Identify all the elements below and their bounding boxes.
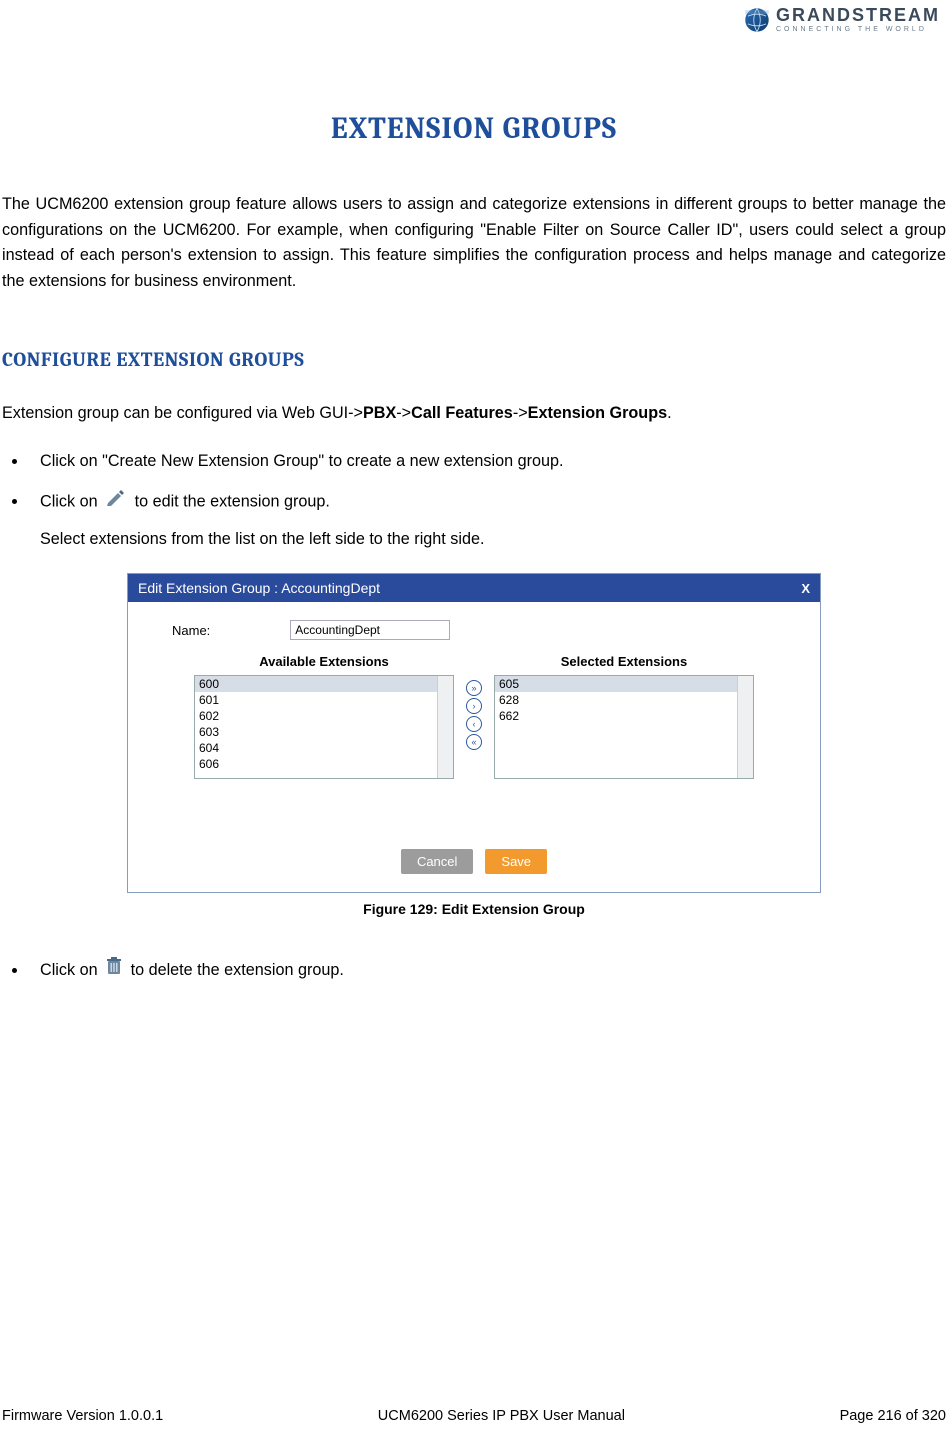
bullet-delete-post: to delete the extension group. (131, 961, 344, 979)
move-left-button[interactable]: ‹ (466, 716, 482, 732)
logo-globe-icon (744, 7, 770, 33)
trash-icon (106, 957, 122, 984)
nav-sep-2: -> (513, 404, 528, 422)
page-title: EXTENSION GROUPS (0, 111, 948, 146)
move-all-right-button[interactable]: » (466, 680, 482, 696)
nav-path-paragraph: Extension group can be configured via We… (2, 401, 946, 427)
brand-logo: GRANDSTREAM CONNECTING THE WORLD (744, 6, 940, 33)
edit-extension-group-dialog: Edit Extension Group : AccountingDept X … (127, 573, 821, 893)
available-header: Available Extensions (194, 654, 454, 669)
dialog-title-text: Edit Extension Group : AccountingDept (138, 580, 380, 596)
bullet-delete-pre: Click on (40, 961, 102, 979)
footer-manual: UCM6200 Series IP PBX User Manual (378, 1408, 625, 1424)
available-option[interactable]: 603 (195, 724, 453, 740)
logo-brand-text: GRANDSTREAM (776, 6, 940, 24)
nav-sep-1: -> (396, 404, 411, 422)
bullet-edit-post: to edit the extension group. (135, 492, 330, 510)
bullet-edit-pre: Click on (40, 492, 102, 510)
cancel-button[interactable]: Cancel (401, 849, 473, 874)
available-option[interactable]: 602 (195, 708, 453, 724)
bullet-edit-sub: Select extensions from the list on the l… (40, 527, 948, 553)
intro-paragraph: The UCM6200 extension group feature allo… (2, 192, 946, 294)
pencil-icon (106, 489, 126, 515)
nav-item-call-features: Call Features (411, 404, 513, 422)
dialog-titlebar: Edit Extension Group : AccountingDept X (128, 574, 820, 602)
move-all-left-button[interactable]: « (466, 734, 482, 750)
scrollbar[interactable] (737, 676, 753, 778)
footer-firmware: Firmware Version 1.0.0.1 (2, 1408, 163, 1424)
name-input[interactable] (290, 620, 450, 640)
save-button[interactable]: Save (485, 849, 547, 874)
available-option[interactable]: 604 (195, 740, 453, 756)
name-label: Name: (172, 623, 210, 638)
bullet-edit: Click on to edit the extension group. Se… (28, 489, 948, 553)
available-listbox[interactable]: 600 601 602 603 604 606 (194, 675, 454, 779)
page-footer: Firmware Version 1.0.0.1 UCM6200 Series … (0, 1408, 948, 1424)
nav-item-ext-groups: Extension Groups (528, 404, 667, 422)
bullet-delete: Click on to delete the extension group. (28, 957, 948, 984)
scrollbar[interactable] (437, 676, 453, 778)
available-option[interactable]: 606 (195, 756, 453, 772)
selected-option[interactable]: 628 (495, 692, 753, 708)
selected-header: Selected Extensions (494, 654, 754, 669)
selected-option[interactable]: 662 (495, 708, 753, 724)
nav-pre: Extension group can be configured via We… (2, 404, 363, 422)
dialog-close-button[interactable]: X (801, 581, 810, 596)
available-option[interactable]: 600 (195, 676, 453, 692)
figure-caption: Figure 129: Edit Extension Group (0, 901, 948, 917)
footer-page: Page 216 of 320 (840, 1408, 946, 1424)
section-heading: CONFIGURE EXTENSION GROUPS (2, 348, 948, 371)
selected-listbox[interactable]: 605 628 662 (494, 675, 754, 779)
nav-item-pbx: PBX (363, 404, 396, 422)
nav-period: . (667, 404, 672, 422)
move-right-button[interactable]: › (466, 698, 482, 714)
available-option[interactable]: 601 (195, 692, 453, 708)
logo-tagline: CONNECTING THE WORLD (776, 26, 940, 33)
bullet-create: Click on "Create New Extension Group" to… (28, 449, 948, 475)
header-logo-area: GRANDSTREAM CONNECTING THE WORLD (0, 0, 948, 33)
selected-option[interactable]: 605 (495, 676, 753, 692)
